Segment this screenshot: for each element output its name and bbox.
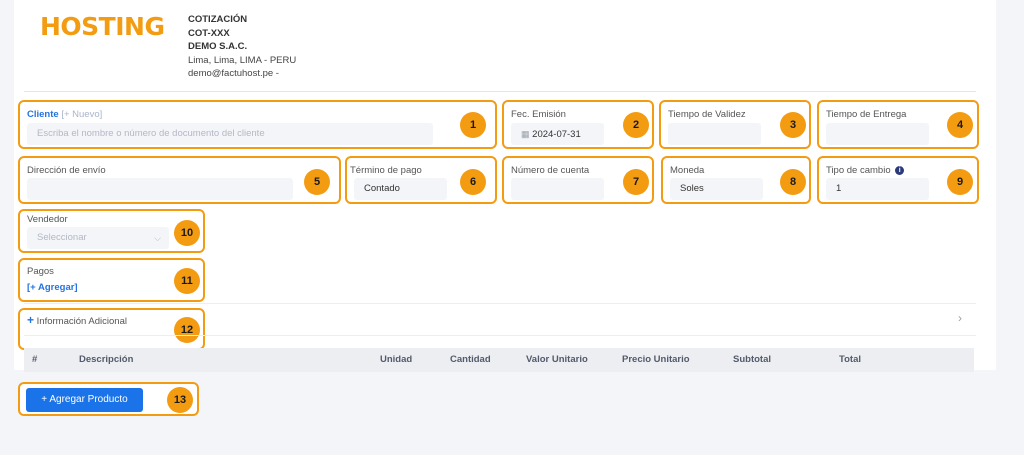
company-name: DEMO S.A.C. — [188, 41, 248, 52]
badge-9: 9 — [947, 169, 973, 195]
vendedor-select[interactable]: Seleccionar ⌵ — [27, 227, 169, 249]
pagos-label: Pagos — [27, 266, 54, 277]
tiempo-entrega-input[interactable] — [826, 123, 929, 145]
tiempo-validez-input[interactable] — [668, 123, 761, 145]
vendedor-placeholder: Seleccionar — [37, 232, 87, 243]
chevron-right-icon[interactable]: › — [958, 311, 962, 325]
add-product-section: + Agregar Producto 13 — [18, 382, 199, 416]
termino-pago-select[interactable]: Contado — [354, 178, 447, 200]
col-total: Total — [839, 354, 861, 365]
col-subtotal: Subtotal — [733, 354, 771, 365]
section-divider-top — [24, 303, 976, 304]
moneda-select[interactable]: Soles — [670, 178, 763, 200]
fec-emision-value: 2024-07-31 — [532, 129, 581, 140]
info-adicional-toggle[interactable]: + Información Adicional 12 — [18, 308, 205, 350]
chevron-down-icon: ⌵ — [154, 233, 161, 243]
hosting-logo: HOSTING — [40, 12, 165, 41]
tipo-cambio-input[interactable]: 1 — [826, 178, 929, 200]
fec-emision-input[interactable]: ▦ 2024-07-31 — [511, 123, 604, 145]
moneda-label: Moneda — [670, 165, 705, 176]
cliente-label: Cliente — [27, 109, 59, 120]
info-icon[interactable]: i — [895, 165, 905, 175]
termino-pago-label: Término de pago — [350, 165, 422, 176]
tipo-cambio-field: Tipo de cambio i 1 9 — [817, 156, 979, 204]
plus-icon: + — [27, 313, 35, 327]
badge-12: 12 — [174, 317, 200, 343]
add-product-button[interactable]: + Agregar Producto — [26, 388, 143, 412]
termino-pago-field: Término de pago Contado 6 — [345, 156, 497, 204]
badge-6: 6 — [460, 169, 486, 195]
cliente-input[interactable]: Escriba el nombre o número de documento … — [27, 123, 433, 145]
tiempo-entrega-label: Tiempo de Entrega — [826, 109, 907, 120]
vendedor-label: Vendedor — [27, 214, 68, 225]
badge-1: 1 — [460, 112, 486, 138]
pagos-field: Pagos [+ Agregar] 11 — [18, 258, 205, 302]
section-divider-bottom — [24, 335, 976, 336]
vendedor-field: Vendedor Seleccionar ⌵ 10 — [18, 209, 205, 253]
col-valor-unitario: Valor Unitario — [526, 354, 588, 365]
calendar-icon: ▦ — [521, 129, 530, 139]
numero-cuenta-input[interactable] — [511, 178, 604, 200]
fec-emision-label: Fec. Emisión — [511, 109, 566, 120]
doc-number: COT-XXX — [188, 27, 230, 39]
cliente-field: Cliente [+ Nuevo] Escriba el nombre o nú… — [18, 100, 497, 149]
add-payment-link[interactable]: [+ Agregar] — [27, 282, 78, 293]
tipo-cambio-label: Tipo de cambio — [826, 165, 891, 176]
new-client-link[interactable]: [+ Nuevo] — [61, 109, 102, 120]
badge-11: 11 — [174, 268, 200, 294]
doc-type: COTIZACIÓN — [188, 14, 248, 25]
col-precio-unitario: Precio Unitario — [622, 354, 690, 365]
numero-cuenta-field: Número de cuenta 7 — [502, 156, 654, 204]
tiempo-validez-label: Tiempo de Validez — [668, 109, 746, 120]
badge-2: 2 — [623, 112, 649, 138]
badge-13: 13 — [167, 387, 193, 413]
direccion-envio-label: Dirección de envío — [27, 165, 106, 176]
badge-4: 4 — [947, 112, 973, 138]
fec-emision-field: Fec. Emisión ▦ 2024-07-31 2 — [502, 100, 654, 149]
numero-cuenta-label: Número de cuenta — [511, 165, 590, 176]
direccion-envio-field: Dirección de envío 5 — [18, 156, 341, 204]
badge-3: 3 — [780, 112, 806, 138]
info-adicional-label: Información Adicional — [36, 316, 127, 327]
badge-10: 10 — [174, 220, 200, 246]
products-table-header: # Descripción Unidad Cantidad Valor Unit… — [24, 348, 974, 372]
moneda-field: Moneda Soles 8 — [661, 156, 811, 204]
col-cantidad: Cantidad — [450, 354, 491, 365]
badge-8: 8 — [780, 169, 806, 195]
company-address: Lima, Lima, LIMA - PERU — [188, 54, 297, 66]
col-number: # — [32, 354, 38, 365]
tiempo-validez-field: Tiempo de Validez 3 — [659, 100, 811, 149]
badge-7: 7 — [623, 169, 649, 195]
tiempo-entrega-field: Tiempo de Entrega 4 — [817, 100, 979, 149]
col-unidad: Unidad — [380, 354, 413, 365]
badge-5: 5 — [304, 169, 330, 195]
company-info: COTIZACIÓN COT-XXX DEMO S.A.C. Lima, Lim… — [188, 13, 296, 81]
header-divider — [24, 91, 976, 92]
company-email: demo@factuhost.pe - — [188, 68, 279, 79]
direccion-envio-input[interactable] — [27, 178, 293, 200]
col-descripcion: Descripción — [79, 354, 134, 365]
